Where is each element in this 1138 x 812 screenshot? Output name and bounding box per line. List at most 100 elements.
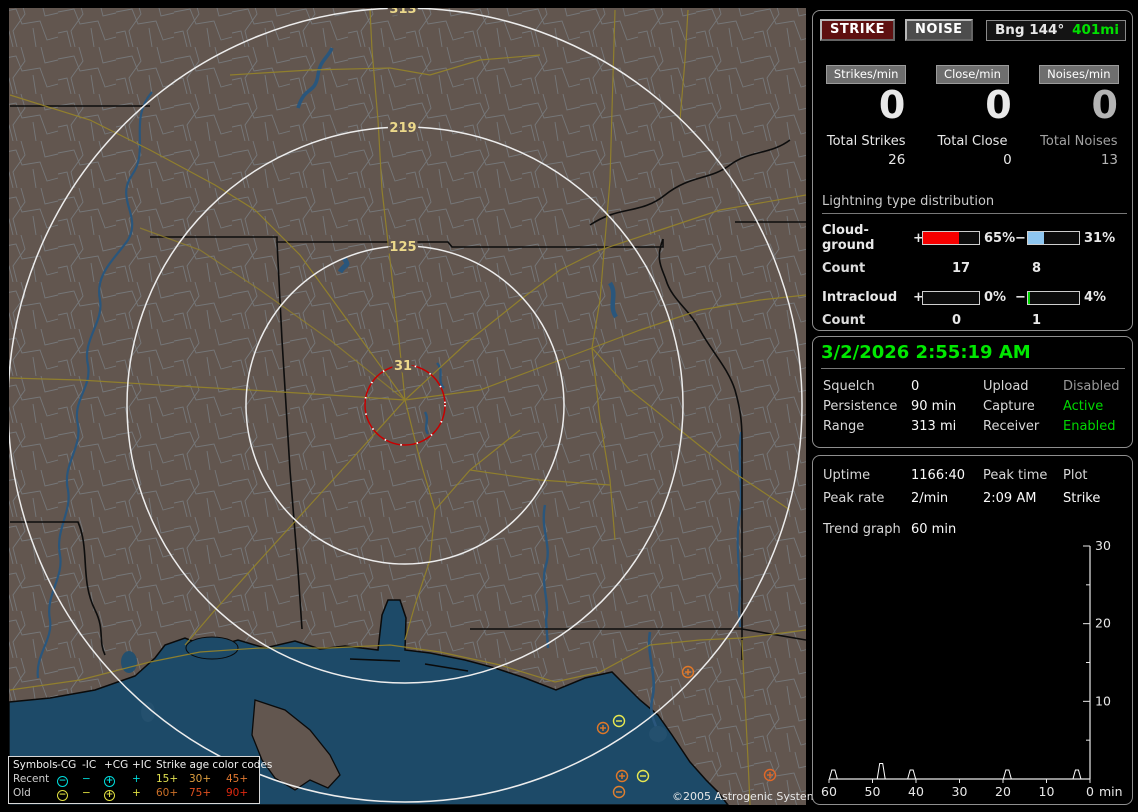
trend-x-tick-label: 50 bbox=[865, 784, 881, 799]
cloud-ground-label: Cloud-ground bbox=[822, 223, 875, 253]
cg-positive-pct: 65% bbox=[984, 230, 1016, 246]
minus-sign: − bbox=[1015, 290, 1026, 305]
neg-ic-old-icon: − bbox=[82, 787, 91, 799]
trend-spike bbox=[1002, 769, 1012, 780]
pos-cg-recent-icon: + bbox=[104, 776, 115, 787]
bearing-distance: 401mi bbox=[1072, 21, 1119, 38]
bearing-label: Bng 144° bbox=[995, 21, 1065, 38]
persistence-value: 90 min bbox=[911, 399, 957, 414]
trend-x-tick-label: 40 bbox=[908, 784, 924, 799]
trend-spike bbox=[828, 769, 838, 780]
age-75: 75+ bbox=[189, 787, 212, 799]
map-legend: Symbols -CG -IC +CG +IC Strike age color… bbox=[8, 756, 273, 804]
plot-label: Plot bbox=[1063, 468, 1088, 483]
upload-status: Disabled bbox=[1063, 379, 1120, 394]
trend-panel: Uptime 1166:40 Peak time Plot Peak rate … bbox=[812, 455, 1133, 805]
neg-ic-recent-icon: − bbox=[82, 773, 91, 785]
peak-rate-label: Peak rate bbox=[823, 491, 885, 506]
trend-spike bbox=[907, 769, 917, 780]
noises-per-min-value: 0 bbox=[1091, 83, 1118, 127]
trend-y-tick-label: 30 bbox=[1095, 538, 1111, 553]
ic-positive-pct: 0% bbox=[984, 290, 1007, 305]
plot-mode-value: Strike bbox=[1063, 491, 1101, 506]
copyright-text: ©2005 Astrogenic Systems bbox=[672, 790, 824, 803]
strikes-per-min-chip[interactable]: Strikes/min bbox=[825, 65, 907, 84]
legend-recent-label: Recent bbox=[13, 773, 50, 785]
squelch-value: 0 bbox=[911, 379, 920, 394]
ic-positive-bar bbox=[922, 290, 980, 305]
range-ring-label: 219 bbox=[389, 121, 416, 136]
peak-rate-value: 2/min bbox=[911, 491, 949, 506]
ic-negative-bar bbox=[1027, 290, 1080, 305]
lake-pontchartrain bbox=[185, 636, 239, 660]
intracloud-label: Intracloud bbox=[822, 290, 898, 305]
peak-time-value: 2:09 AM bbox=[983, 491, 1037, 506]
cg-negative-bar bbox=[1027, 231, 1080, 245]
uptime-value: 1166:40 bbox=[911, 468, 966, 483]
strikes-per-min-value: 0 bbox=[878, 83, 906, 127]
pos-ic-recent-icon: + bbox=[132, 773, 141, 785]
legend-symbols-header: Symbols bbox=[13, 759, 58, 771]
total-noises-value: 13 bbox=[1100, 152, 1118, 168]
range-ring-label: 31 bbox=[394, 359, 412, 374]
close-per-min-value: 0 bbox=[985, 83, 1012, 127]
minus-sign: − bbox=[1015, 230, 1026, 246]
counters-panel: STRIKE NOISE Bng 144° 401mi Strikes/min … bbox=[812, 10, 1133, 331]
total-noises-label: Total Noises bbox=[1040, 134, 1118, 149]
neg-cg-recent-icon: − bbox=[57, 776, 68, 787]
legend-col-neg-cg: -CG bbox=[57, 759, 77, 771]
trend-y-tick-label: 20 bbox=[1095, 616, 1111, 631]
cg-positive-count: 17 bbox=[952, 261, 971, 276]
range-value: 313 mi bbox=[911, 419, 957, 434]
total-strikes-value: 26 bbox=[888, 152, 906, 168]
range-ring-label: 313 bbox=[389, 8, 416, 17]
trend-y-tick-label: 10 bbox=[1095, 693, 1111, 708]
trend-x-tick-label: 20 bbox=[995, 784, 1011, 799]
noise-toggle-button[interactable]: NOISE bbox=[905, 19, 973, 41]
status-panel: 3/2/2026 2:55:19 AM Squelch 0 Upload Dis… bbox=[812, 336, 1133, 448]
age-15: 15+ bbox=[156, 773, 179, 785]
trend-x-tick-label: 60 bbox=[821, 784, 837, 799]
legend-col-pos-cg: +CG bbox=[104, 759, 129, 771]
trend-x-tick-label: 10 bbox=[1039, 784, 1055, 799]
total-close-value: 0 bbox=[1003, 152, 1012, 168]
lightning-map[interactable]: 313 219 125 31 bbox=[9, 8, 806, 805]
ic-count-label: Count bbox=[822, 313, 866, 328]
capture-label: Capture bbox=[983, 399, 1035, 414]
age-45: 45+ bbox=[226, 773, 249, 785]
trend-x-tick-label: 30 bbox=[952, 784, 968, 799]
neg-cg-old-icon: − bbox=[57, 790, 68, 801]
current-datetime: 3/2/2026 2:55:19 AM bbox=[821, 342, 1125, 369]
total-close-label: Total Close bbox=[937, 134, 1008, 149]
ic-positive-count: 0 bbox=[952, 313, 962, 328]
trend-graph-chart: 10 20 30 60 50 40 30 20 10 0 min bbox=[821, 538, 1123, 799]
trend-spike bbox=[1072, 769, 1082, 780]
bearing-indicator[interactable]: Bng 144° 401mi bbox=[986, 19, 1126, 41]
receiver-label: Receiver bbox=[983, 419, 1040, 434]
noises-per-min-chip[interactable]: Noises/min bbox=[1039, 65, 1119, 84]
age-60: 60+ bbox=[156, 787, 179, 799]
strike-toggle-button[interactable]: STRIKE bbox=[820, 19, 896, 41]
legend-col-neg-ic: -IC bbox=[82, 759, 97, 771]
close-per-min-chip[interactable]: Close/min bbox=[936, 65, 1009, 84]
plus-sign: + bbox=[913, 230, 924, 246]
ic-negative-pct: 4% bbox=[1084, 290, 1107, 305]
range-ring-label: 125 bbox=[389, 240, 416, 255]
cg-negative-pct: 31% bbox=[1084, 230, 1116, 246]
pos-cg-old-icon: + bbox=[104, 790, 115, 801]
plus-sign: + bbox=[913, 290, 924, 305]
cg-negative-count: 8 bbox=[1032, 261, 1042, 276]
legend-col-pos-ic: +IC bbox=[132, 759, 152, 771]
upload-label: Upload bbox=[983, 379, 1029, 394]
capture-status: Active bbox=[1063, 399, 1104, 414]
persistence-label: Persistence bbox=[823, 399, 898, 414]
trend-spike bbox=[876, 762, 886, 780]
age-30: 30+ bbox=[189, 773, 212, 785]
pos-ic-old-icon: + bbox=[132, 787, 141, 799]
nexstorm-window: 313 219 125 31 Symbols -CG -IC +CG +IC Stri… bbox=[0, 0, 1138, 812]
age-90: 90+ bbox=[226, 787, 249, 799]
legend-age-header: Strike age color codes bbox=[156, 759, 273, 771]
cg-count-label: Count bbox=[822, 261, 866, 276]
receiver-status: Enabled bbox=[1063, 419, 1116, 434]
total-strikes-label: Total Strikes bbox=[826, 134, 906, 149]
